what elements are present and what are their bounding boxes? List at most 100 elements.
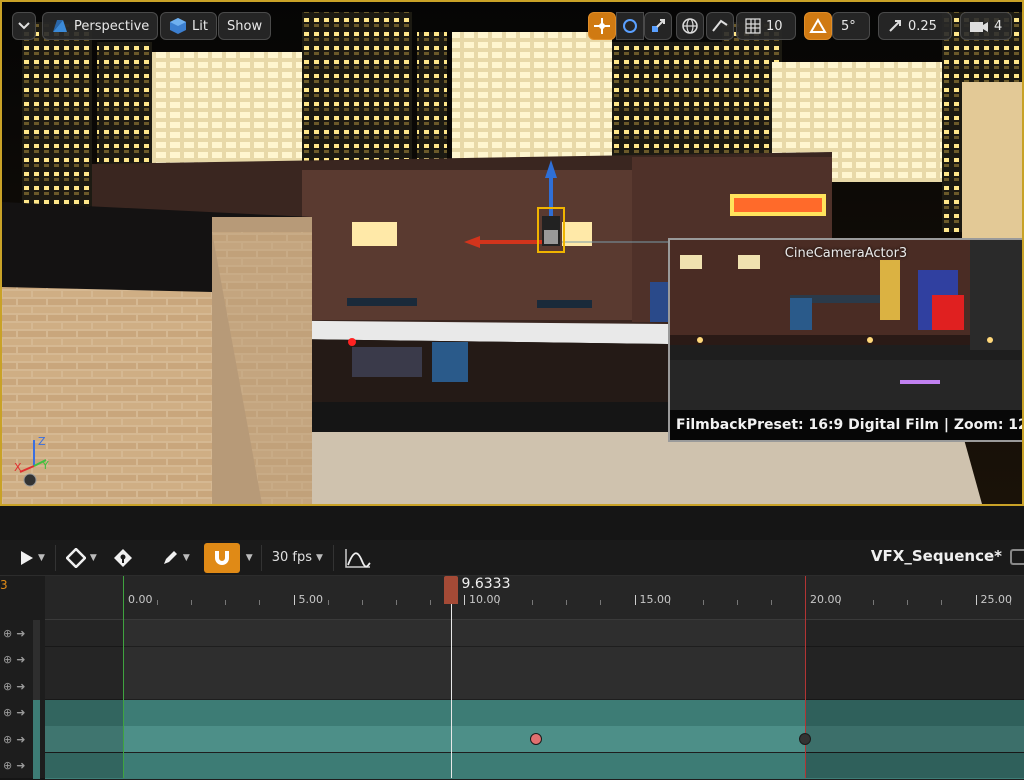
lighting-mode-button[interactable]: Lit bbox=[160, 12, 217, 40]
surface-snap-icon bbox=[712, 19, 728, 32]
keyframe-icon bbox=[65, 547, 86, 568]
post-range-shade bbox=[805, 620, 1024, 778]
arrow-right-icon[interactable]: ➜ bbox=[16, 706, 25, 719]
range-end-line bbox=[805, 620, 806, 778]
ruler-minor-tick bbox=[702, 600, 704, 605]
ruler-tick-label: 5.00 bbox=[298, 593, 324, 606]
level-viewport[interactable]: Perspective Lit Show 10 5° 0.25 4 CineCa… bbox=[0, 0, 1024, 506]
track-gutter: ⊕ ➜ ⊕ ➜ ⊕ ➜ ⊕ ➜ ⊕ ➜ ⊕ ➜ bbox=[0, 620, 45, 779]
translate-mode-button[interactable] bbox=[588, 12, 616, 40]
ruler-minor-tick bbox=[770, 600, 772, 605]
snap-options-button[interactable]: ▼ bbox=[240, 544, 259, 572]
lock-icon[interactable] bbox=[1010, 549, 1024, 565]
ruler-minor-tick bbox=[736, 600, 738, 605]
arrow-right-icon[interactable]: ➜ bbox=[16, 653, 25, 666]
add-icon[interactable]: ⊕ bbox=[3, 680, 12, 693]
camera-preview-title: CineCameraActor3 bbox=[784, 246, 908, 261]
ruler-tick-label: 0.00 bbox=[128, 593, 153, 606]
range-start-line[interactable] bbox=[123, 576, 124, 620]
ruler-minor-tick bbox=[600, 600, 602, 605]
time-ruler[interactable]: 0.00 5.00 10.00 15.00 20.00 25.00 9.6333 bbox=[45, 576, 1024, 620]
key-settings-button[interactable] bbox=[105, 544, 141, 572]
ruler-major-tick bbox=[634, 595, 636, 605]
rotation-snap-icon bbox=[809, 18, 827, 33]
add-key-button[interactable]: ▼ bbox=[58, 544, 105, 572]
arrow-right-icon[interactable]: ➜ bbox=[16, 680, 25, 693]
show-menu-button[interactable]: Show bbox=[218, 12, 272, 40]
add-icon[interactable]: ⊕ bbox=[3, 706, 12, 719]
scale-icon bbox=[652, 19, 665, 32]
chevron-down-icon: ▼ bbox=[89, 552, 97, 563]
track-gutter-row: ⊕ ➜ bbox=[0, 700, 30, 726]
camera-speed-value: 4 bbox=[994, 18, 1003, 34]
sequence-name: VFX_Sequence* bbox=[870, 547, 1002, 565]
ruler-minor-tick bbox=[225, 600, 227, 605]
arrow-right-icon[interactable]: ➜ bbox=[16, 627, 25, 640]
world-local-toggle[interactable] bbox=[676, 12, 704, 40]
chevron-down-icon: ▼ bbox=[38, 552, 45, 563]
pencil-icon bbox=[163, 550, 177, 564]
view-mode-button[interactable]: Perspective bbox=[42, 12, 159, 40]
track-color-bar bbox=[33, 620, 40, 647]
rotation-snap-toggle[interactable] bbox=[804, 12, 832, 40]
range-end-line[interactable] bbox=[805, 576, 806, 620]
ruler-minor-tick bbox=[941, 600, 943, 605]
playhead-line bbox=[451, 620, 453, 778]
frame-rate-button[interactable]: 30 fps ▼ bbox=[264, 544, 331, 572]
axis-gizmo: Z X Y bbox=[14, 435, 49, 487]
track-gutter-row: ⊕ ➜ bbox=[0, 753, 30, 779]
scale-mode-button[interactable] bbox=[644, 12, 672, 40]
sequencer-timeline[interactable]: 3 0.00 5.00 10.00 15.00 20.00 25.00 9.6333 ⊕ ➜ ⊕… bbox=[0, 576, 1024, 780]
add-icon[interactable]: ⊕ bbox=[3, 733, 12, 746]
magnet-icon bbox=[214, 550, 229, 565]
ruler-left-header: 3 bbox=[0, 576, 45, 620]
chevron-down-icon: ▼ bbox=[315, 552, 323, 563]
ruler-minor-tick bbox=[907, 600, 909, 605]
toolbar-separator bbox=[332, 544, 334, 571]
scale-snap-button[interactable]: 0.25 bbox=[878, 12, 952, 40]
arrow-right-icon[interactable]: ➜ bbox=[16, 759, 25, 772]
show-menu-label: Show bbox=[227, 18, 263, 34]
play-options-button[interactable]: ▼ bbox=[12, 544, 53, 572]
add-icon[interactable]: ⊕ bbox=[3, 759, 12, 772]
pre-range-shade bbox=[45, 620, 123, 778]
track-area[interactable] bbox=[45, 620, 1024, 780]
grid-icon bbox=[745, 18, 761, 34]
rotate-mode-button[interactable] bbox=[616, 12, 644, 40]
ruler-tick-label: 25.00 bbox=[980, 593, 1013, 606]
track-gutter-row: ⊕ ➜ bbox=[0, 726, 30, 752]
ruler-major-tick bbox=[464, 595, 465, 605]
curve-editor-button[interactable] bbox=[336, 544, 380, 572]
edit-tool-button[interactable]: ▼ bbox=[153, 544, 198, 572]
viewport-options-button[interactable] bbox=[12, 12, 36, 40]
surface-snap-button[interactable] bbox=[706, 12, 734, 40]
ruler-tick-label: 15.00 bbox=[639, 593, 672, 606]
scale-snap-icon bbox=[889, 20, 901, 32]
arrow-right-icon[interactable]: ➜ bbox=[16, 733, 25, 746]
rotation-snap-value: 5° bbox=[841, 18, 856, 34]
grid-snap-value: 10 bbox=[766, 18, 783, 34]
frame-rate-label: 30 fps bbox=[271, 550, 312, 565]
ruler-minor-tick bbox=[395, 600, 397, 605]
snap-toggle-button[interactable] bbox=[203, 542, 240, 573]
camera-speed-button[interactable]: 4 bbox=[960, 12, 1012, 40]
ruler-minor-tick bbox=[361, 600, 363, 605]
grid-snap-button[interactable]: 10 bbox=[736, 12, 796, 40]
keyframe[interactable] bbox=[529, 733, 542, 746]
ruler-minor-tick bbox=[873, 600, 875, 605]
playhead-time-label: 9.6333 bbox=[461, 576, 511, 592]
axis-z-label: Z bbox=[38, 435, 46, 448]
add-icon[interactable]: ⊕ bbox=[3, 627, 12, 640]
world-icon bbox=[682, 18, 698, 34]
add-icon[interactable]: ⊕ bbox=[3, 653, 12, 666]
track-color-bar bbox=[33, 726, 40, 753]
rotate-icon bbox=[623, 19, 637, 33]
track-gutter-row: ⊕ ➜ bbox=[0, 673, 30, 699]
rotation-snap-value-button[interactable]: 5° bbox=[832, 12, 870, 40]
scale-snap-value: 0.25 bbox=[908, 18, 937, 34]
lit-sphere-icon bbox=[170, 18, 186, 34]
ruler-minor-tick bbox=[566, 600, 568, 605]
range-start-line bbox=[123, 620, 124, 778]
camera-preview-panel[interactable]: CineCameraActor3 FilmbackPreset: 16:9 Di… bbox=[668, 238, 1022, 442]
playhead-handle[interactable] bbox=[444, 576, 459, 604]
